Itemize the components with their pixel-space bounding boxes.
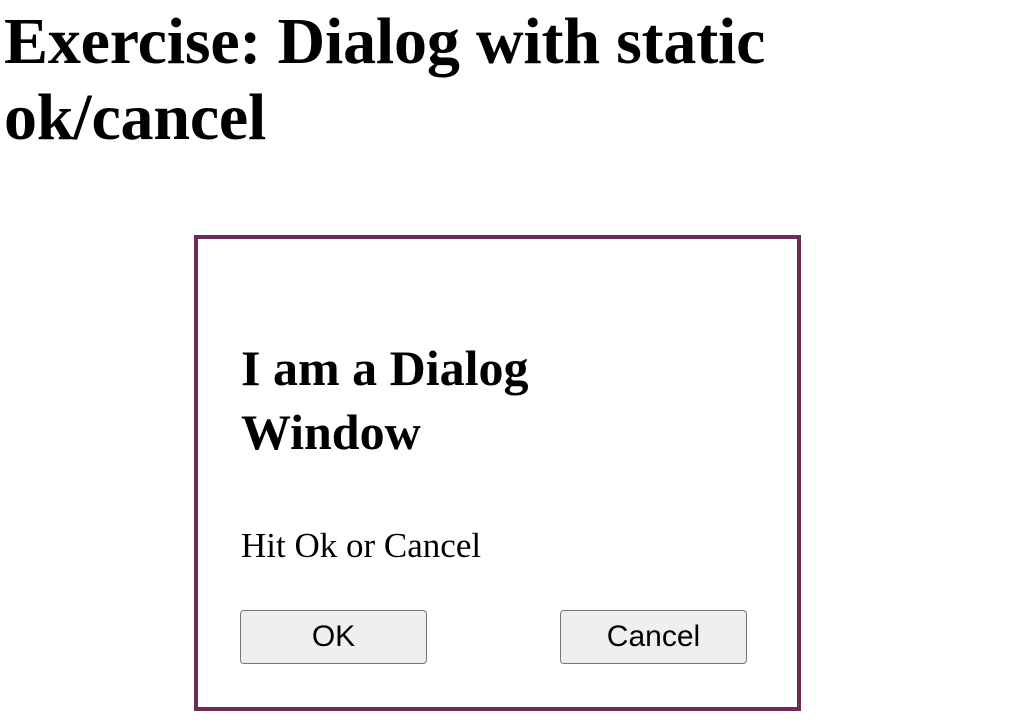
dialog-message: Hit Ok or Cancel <box>241 526 482 565</box>
page-title: Exercise: Dialog with static ok/cancel <box>4 5 766 154</box>
ok-button[interactable]: OK <box>240 610 427 664</box>
cancel-button[interactable]: Cancel <box>560 610 747 664</box>
dialog-title: I am a Dialog Window <box>241 340 529 460</box>
dialog-window: I am a Dialog Window Hit Ok or Cancel OK… <box>194 235 801 711</box>
